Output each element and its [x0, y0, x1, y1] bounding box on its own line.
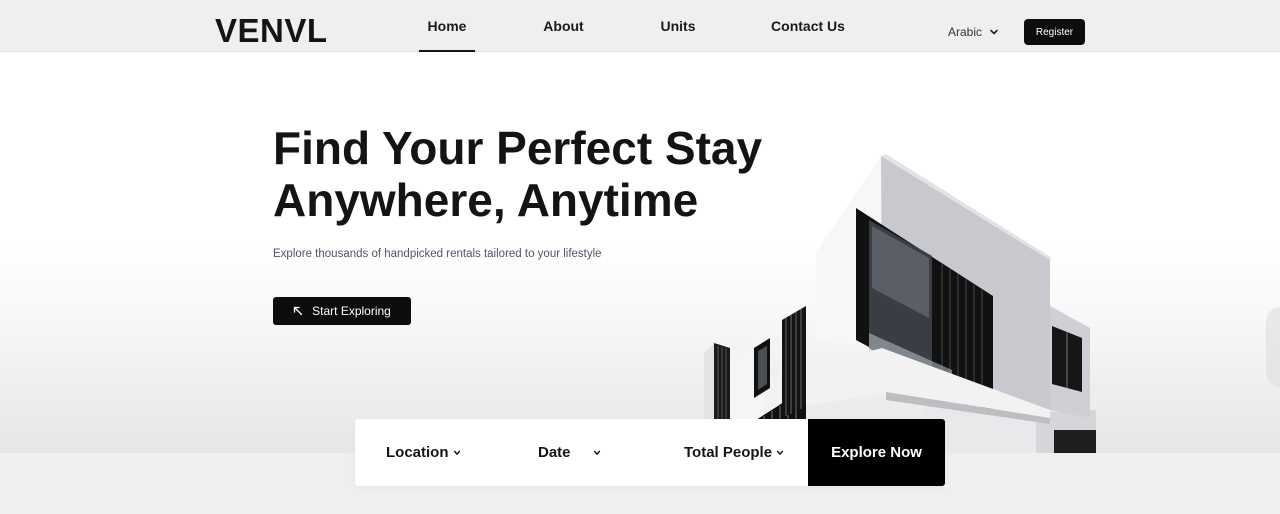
hero-section: Find Your Perfect Stay Anywhere, Anytime… [0, 52, 1280, 453]
chevron-down-icon [593, 450, 600, 455]
house-image [704, 154, 1096, 453]
explore-now-button[interactable]: Explore Now [808, 419, 945, 486]
language-selector[interactable]: Arabic [948, 0, 999, 64]
date-label: Date [538, 444, 571, 461]
top-navbar: VENVL Home About Units Contact Us Arabic… [0, 0, 1280, 52]
arrow-up-left-icon [293, 306, 303, 316]
location-label: Location [386, 444, 449, 461]
total-people-label: Total People [684, 444, 773, 461]
carousel-handle[interactable] [1266, 307, 1280, 387]
location-select[interactable]: Location [386, 419, 461, 486]
nav-link-contact-us[interactable]: Contact Us [768, 0, 848, 52]
start-exploring-button[interactable]: Start Exploring [273, 297, 411, 325]
language-label: Arabic [948, 25, 983, 39]
chevron-down-icon [453, 450, 460, 455]
total-people-select[interactable]: Total People [684, 419, 784, 486]
register-button[interactable]: Register [1024, 19, 1085, 45]
date-select[interactable]: Date [538, 419, 601, 486]
hero-subtitle: Explore thousands of handpicked rentals … [273, 248, 602, 260]
start-exploring-label: Start Exploring [312, 304, 391, 318]
chevron-down-icon [776, 450, 784, 455]
search-bar: Location Date Total People Explore Now [355, 419, 945, 486]
nav-link-home[interactable]: Home [419, 0, 475, 52]
nav-link-about[interactable]: About [537, 0, 590, 52]
logo[interactable]: VENVL [215, 13, 328, 49]
nav-link-units[interactable]: Units [654, 0, 702, 52]
chevron-down-icon [990, 29, 998, 35]
